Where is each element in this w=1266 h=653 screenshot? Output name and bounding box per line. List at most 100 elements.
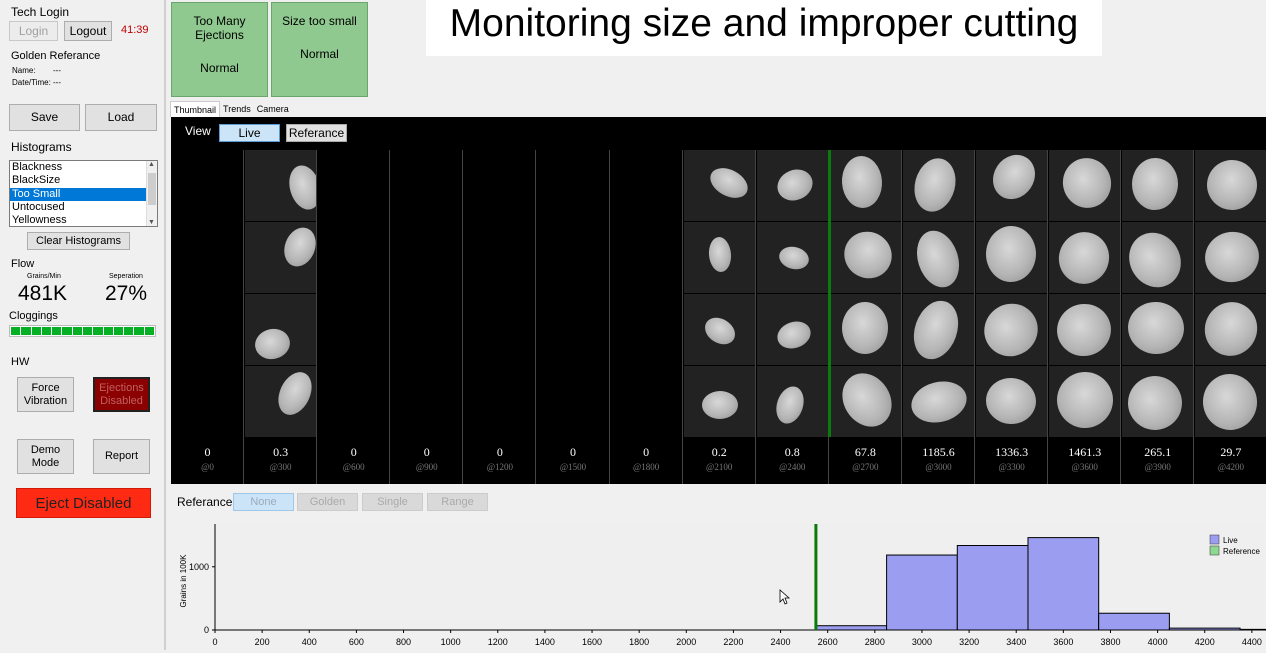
histogram-bar bbox=[1168, 627, 1241, 631]
thumbnail-cell bbox=[1122, 366, 1194, 437]
list-item[interactable]: Untocused bbox=[10, 201, 157, 214]
eject-disabled-button[interactable]: Eject Disabled bbox=[16, 488, 151, 518]
legend-live-swatch bbox=[1209, 534, 1220, 545]
grain-image bbox=[906, 375, 972, 429]
bin-count: 67.8 bbox=[854, 445, 876, 459]
grain-image bbox=[278, 222, 317, 272]
reference-single-button[interactable]: Single bbox=[362, 493, 423, 511]
bin-count: 0 bbox=[570, 445, 576, 459]
status-state: Normal bbox=[200, 61, 239, 75]
bin-position: @900 bbox=[415, 462, 438, 472]
thumbnail-cell bbox=[1195, 366, 1266, 437]
ejections-disabled-button[interactable]: Ejections Disabled bbox=[93, 377, 150, 412]
grain-image bbox=[776, 243, 812, 273]
name-label: Name: bbox=[12, 66, 36, 75]
clear-histograms-button[interactable]: Clear Histograms bbox=[27, 232, 130, 250]
x-tick-label: 3600 bbox=[1053, 637, 1073, 647]
thumbnail-cell bbox=[829, 363, 901, 437]
histogram-bar bbox=[1098, 612, 1170, 631]
grain-image bbox=[835, 222, 901, 288]
x-tick-label: 400 bbox=[302, 637, 317, 647]
thumbnail-cell bbox=[756, 294, 828, 365]
bin-value-cell: 265.1 @3900 bbox=[1122, 437, 1195, 484]
reference-none-button[interactable]: None bbox=[233, 493, 294, 511]
thumbnail-cell bbox=[683, 294, 755, 365]
list-item[interactable]: Yellowness bbox=[10, 214, 157, 226]
scrollbar-thumb[interactable] bbox=[148, 173, 156, 205]
thumbnail-cell bbox=[829, 150, 901, 221]
grain-image bbox=[699, 312, 740, 350]
thumbnail-cell bbox=[976, 150, 1048, 221]
grain-image bbox=[1052, 298, 1117, 362]
status-title: Size too small bbox=[282, 14, 357, 28]
thumbnail-cell bbox=[829, 222, 901, 293]
list-item[interactable]: Blackness bbox=[10, 161, 157, 174]
thumbnail-column bbox=[1049, 150, 1122, 437]
bin-position: @4200 bbox=[1217, 462, 1245, 472]
demo-mode-button[interactable]: Demo Mode bbox=[17, 439, 74, 474]
thumbnail-cell bbox=[1049, 222, 1121, 293]
x-tick-label: 2200 bbox=[723, 637, 743, 647]
bin-value-cell: 0 @600 bbox=[318, 437, 391, 484]
bin-position: @600 bbox=[342, 462, 365, 472]
histogram-bar bbox=[815, 625, 888, 631]
reference-label: Referance bbox=[177, 495, 233, 509]
view-tabs: Thumbnail Trends Camera bbox=[170, 101, 292, 117]
legend-live-label: Live bbox=[1223, 536, 1238, 545]
histogram-listbox[interactable]: Blackness BlackSize Too Small Untocused … bbox=[9, 160, 158, 227]
thumbnail-cell bbox=[245, 222, 317, 293]
bin-count: 1336.3 bbox=[995, 445, 1029, 459]
grain-image bbox=[1196, 293, 1266, 365]
histogram-bar bbox=[1239, 628, 1266, 631]
bin-position: @3000 bbox=[925, 462, 952, 472]
thumbnail-column bbox=[318, 150, 391, 437]
live-button[interactable]: Live bbox=[219, 124, 280, 142]
thumbnail-cell bbox=[903, 366, 974, 437]
report-button[interactable]: Report bbox=[93, 439, 150, 474]
force-vibration-button[interactable]: Force Vibration bbox=[17, 377, 74, 412]
scroll-up-icon[interactable]: ▲ bbox=[148, 161, 155, 168]
histogram-bar bbox=[886, 554, 958, 631]
grains-per-min-value: 481K bbox=[18, 282, 68, 305]
histogram-chart: 0 200 400 600 800 1000 1200 1400 1600 1800 2000 220… bbox=[170, 518, 1266, 650]
datetime-value: --- bbox=[53, 78, 61, 87]
login-button[interactable]: Login bbox=[9, 21, 58, 41]
thumbnail-cell bbox=[903, 222, 974, 293]
logout-button[interactable]: Logout bbox=[64, 21, 112, 41]
list-item[interactable]: BlackSize bbox=[10, 174, 157, 187]
histogram-svg: 0 200 400 600 800 1000 1200 1400 1600 1800 2000 220… bbox=[179, 524, 1266, 647]
tab-camera[interactable]: Camera bbox=[254, 101, 292, 117]
thumbnail-cell bbox=[1195, 293, 1266, 365]
x-tick-label: 3000 bbox=[912, 637, 932, 647]
bin-count: 0 bbox=[643, 445, 650, 459]
thumbnail-column bbox=[391, 150, 464, 437]
tab-trends[interactable]: Trends bbox=[220, 101, 254, 117]
reference-button[interactable]: Referance bbox=[286, 124, 347, 142]
thumbnail-cell bbox=[683, 366, 755, 437]
bin-position: @2400 bbox=[779, 462, 806, 472]
grain-image bbox=[832, 363, 901, 437]
bin-count: 0 bbox=[204, 445, 211, 459]
grain-image bbox=[284, 161, 317, 214]
load-button[interactable]: Load bbox=[85, 104, 157, 131]
x-tick-label: 0 bbox=[212, 637, 217, 647]
grain-image bbox=[906, 294, 966, 366]
save-button[interactable]: Save bbox=[9, 104, 80, 131]
bin-position: @2700 bbox=[852, 462, 879, 472]
x-tick-label: 2400 bbox=[771, 637, 791, 647]
thumbnail-column bbox=[976, 150, 1049, 437]
golden-reference-title: Golden Referance bbox=[11, 50, 101, 62]
histogram-bar bbox=[956, 545, 1029, 631]
thumbnail-cell bbox=[976, 366, 1048, 437]
list-item-selected[interactable]: Too Small bbox=[10, 187, 157, 201]
status-title: Too Many Ejections bbox=[193, 14, 246, 42]
reference-range-button[interactable]: Range bbox=[427, 493, 488, 511]
tab-thumbnail[interactable]: Thumbnail bbox=[170, 101, 221, 117]
reference-golden-button[interactable]: Golden bbox=[297, 493, 358, 511]
grain-image bbox=[707, 236, 733, 273]
x-tick-label: 1000 bbox=[441, 637, 461, 647]
listbox-scrollbar[interactable]: ▲ ▼ bbox=[146, 161, 157, 226]
thumbnail-viewer: View Live Referance 0 @0 0.3 @300 0 @600 0 @900… bbox=[171, 117, 1266, 484]
scroll-down-icon[interactable]: ▼ bbox=[148, 219, 155, 226]
bin-value-cell: 0 @1200 bbox=[464, 437, 537, 484]
